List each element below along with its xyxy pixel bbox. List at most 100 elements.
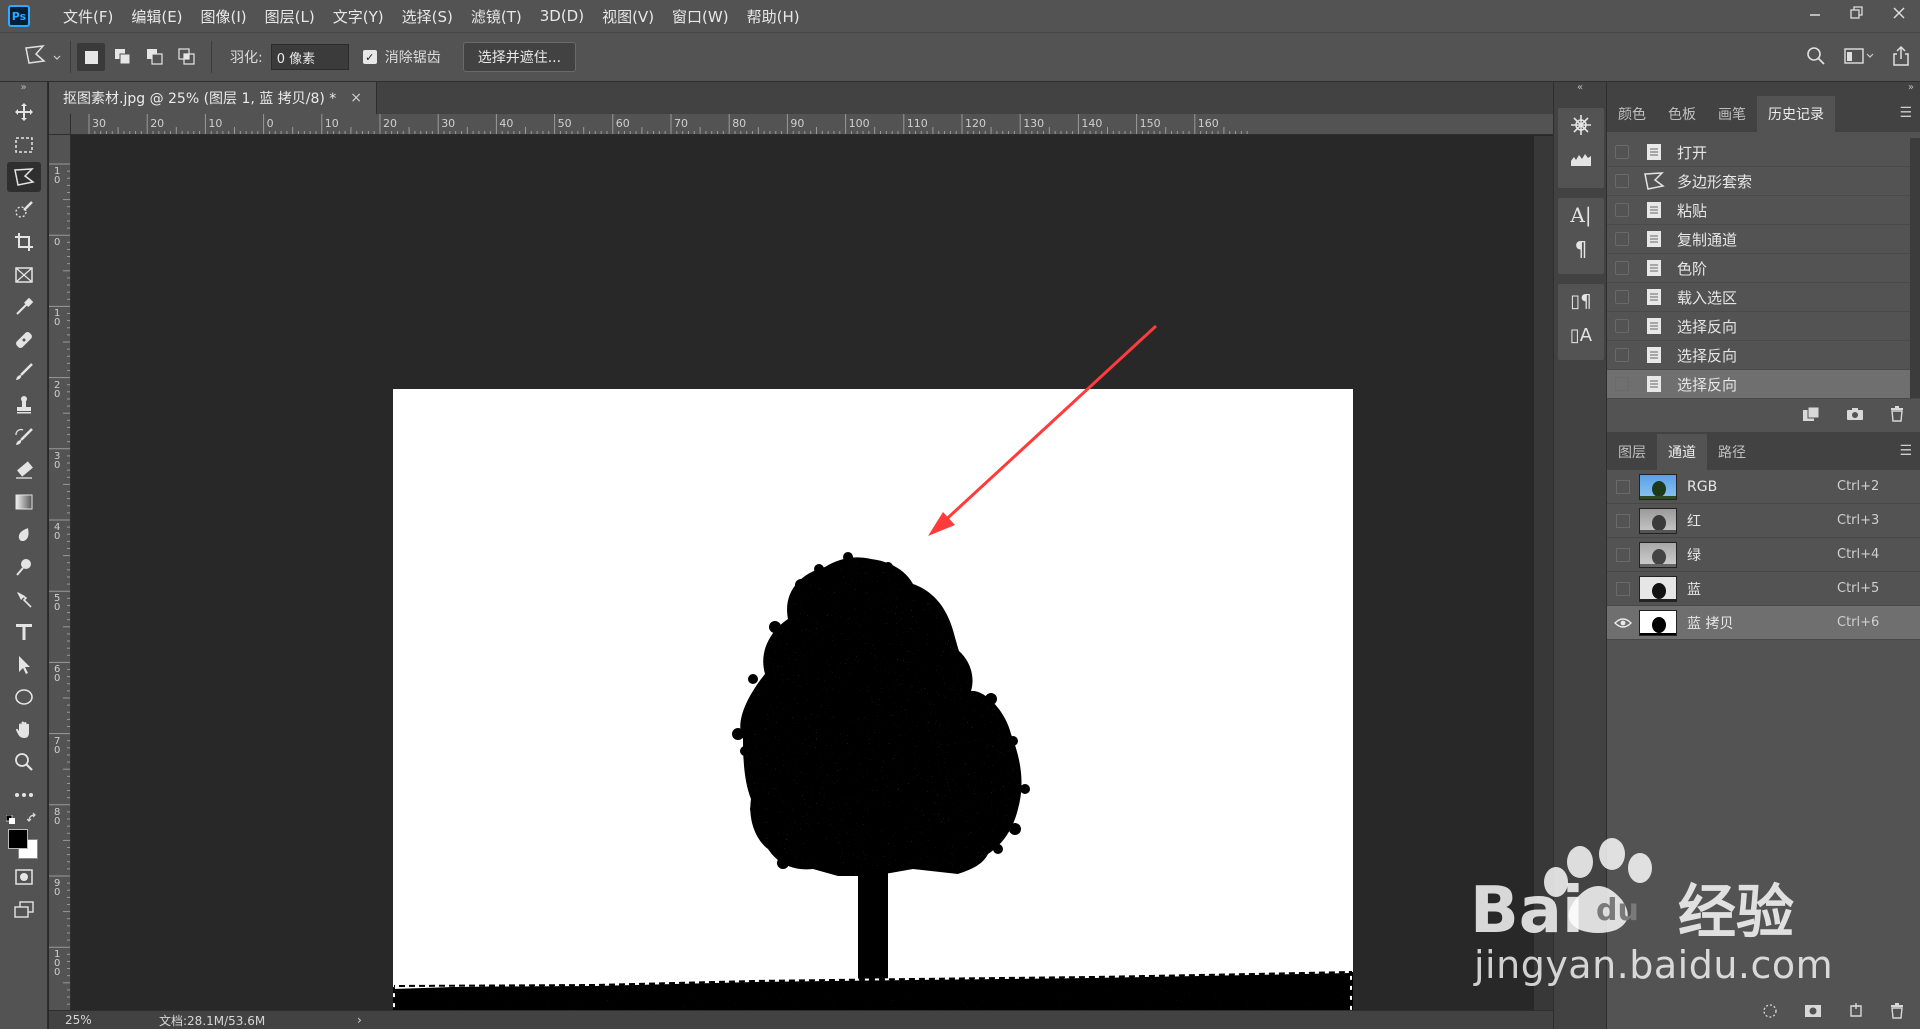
color-swatches[interactable]	[0, 811, 47, 861]
default-colors-icon[interactable]	[5, 813, 16, 829]
history-item[interactable]: 打开	[1607, 138, 1920, 167]
menu-filter[interactable]: 滤镜(T)	[462, 0, 531, 32]
menu-help[interactable]: 帮助(H)	[738, 0, 809, 32]
menu-window[interactable]: 窗口(W)	[663, 0, 738, 32]
history-scrollbar[interactable]	[1910, 138, 1920, 398]
visibility-toggle[interactable]	[1611, 477, 1635, 497]
add-to-selection-button[interactable]	[109, 43, 137, 71]
history-source-checkbox[interactable]	[1615, 348, 1629, 362]
tab-channels[interactable]: 通道	[1657, 434, 1707, 470]
zoom-level[interactable]: 25%	[49, 1013, 109, 1027]
antialias-checkbox[interactable]: ✓	[362, 50, 377, 64]
intersect-selection-button[interactable]	[173, 43, 201, 71]
history-item[interactable]: 选择反向	[1607, 312, 1920, 341]
restore-icon[interactable]	[1836, 0, 1878, 26]
minimize-icon[interactable]	[1794, 0, 1836, 26]
search-icon[interactable]	[1806, 46, 1826, 70]
hand-tool[interactable]	[0, 714, 48, 747]
foreground-color-swatch[interactable]	[8, 829, 28, 849]
zoom-tool[interactable]	[0, 746, 48, 779]
channel-row-active[interactable]: 蓝 拷贝 Ctrl+6	[1607, 606, 1920, 640]
new-channel-icon[interactable]	[1848, 1003, 1864, 1023]
paragraph-styles-icon[interactable]: ▯¶	[1558, 284, 1604, 318]
tool-preset-picker[interactable]	[20, 40, 64, 74]
trash-icon[interactable]	[1890, 1003, 1904, 1023]
clone-stamp-tool[interactable]	[0, 389, 48, 422]
menu-view[interactable]: 视图(V)	[593, 0, 663, 32]
history-source-checkbox[interactable]	[1615, 145, 1629, 159]
tab-paths[interactable]: 路径	[1707, 434, 1757, 470]
status-menu-arrow[interactable]: ›	[357, 1013, 362, 1027]
history-item[interactable]: 多边形套索	[1607, 167, 1920, 196]
workspace-icon[interactable]	[1844, 47, 1874, 69]
menu-type[interactable]: 文字(Y)	[324, 0, 393, 32]
tab-layers[interactable]: 图层	[1607, 434, 1657, 470]
save-selection-icon[interactable]	[1804, 1004, 1822, 1022]
visibility-toggle[interactable]	[1611, 579, 1635, 599]
character-styles-icon[interactable]: ▯A	[1558, 318, 1604, 352]
character-icon[interactable]: A|	[1558, 198, 1604, 232]
history-source-checkbox[interactable]	[1615, 261, 1629, 275]
load-selection-icon[interactable]	[1762, 1003, 1778, 1023]
new-document-from-state-icon[interactable]	[1802, 406, 1820, 426]
move-tool[interactable]	[0, 96, 48, 129]
channel-row[interactable]: RGB Ctrl+2	[1607, 470, 1920, 504]
path-selection-tool[interactable]	[0, 649, 48, 682]
panels-collapse-icon[interactable]: »	[1607, 82, 1920, 96]
menu-3d[interactable]: 3D(D)	[531, 0, 593, 32]
ellipse-tool[interactable]	[0, 681, 48, 714]
navigator-icon[interactable]	[1558, 108, 1604, 142]
history-item[interactable]: 载入选区	[1607, 283, 1920, 312]
polygonal-lasso-tool[interactable]	[0, 161, 48, 194]
snapshot-camera-icon[interactable]	[1846, 407, 1864, 425]
close-tab-icon[interactable]: ×	[350, 90, 362, 106]
dock-collapse-icon[interactable]: «	[1554, 82, 1606, 96]
menu-file[interactable]: 文件(F)	[54, 0, 122, 32]
visibility-toggle[interactable]	[1611, 545, 1635, 565]
healing-brush-tool[interactable]	[0, 324, 48, 357]
history-source-checkbox[interactable]	[1615, 232, 1629, 246]
history-source-checkbox[interactable]	[1615, 319, 1629, 333]
feather-input[interactable]: 0 像素	[270, 44, 349, 70]
history-item-current[interactable]: 选择反向	[1607, 370, 1920, 399]
quick-selection-tool[interactable]	[0, 194, 48, 227]
close-icon[interactable]	[1878, 0, 1920, 26]
menu-select[interactable]: 选择(S)	[393, 0, 462, 32]
swap-colors-icon[interactable]	[26, 812, 39, 828]
subtract-from-selection-button[interactable]	[141, 43, 169, 71]
channel-row[interactable]: 红 Ctrl+3	[1607, 504, 1920, 538]
dodge-tool[interactable]	[0, 551, 48, 584]
crop-tool[interactable]	[0, 226, 48, 259]
share-icon[interactable]	[1892, 45, 1910, 70]
frame-tool[interactable]	[0, 259, 48, 292]
visibility-toggle[interactable]	[1611, 511, 1635, 531]
histogram-icon[interactable]	[1558, 142, 1604, 176]
eraser-tool[interactable]	[0, 454, 48, 487]
brush-tool[interactable]	[0, 356, 48, 389]
history-item[interactable]: 粘贴	[1607, 196, 1920, 225]
channel-row[interactable]: 蓝 Ctrl+5	[1607, 572, 1920, 606]
panel-menu-icon[interactable]: ☰	[1899, 105, 1912, 121]
eye-icon[interactable]	[1611, 613, 1635, 633]
eyedropper-tool[interactable]	[0, 291, 48, 324]
history-item[interactable]: 复制通道	[1607, 225, 1920, 254]
pen-tool[interactable]	[0, 584, 48, 617]
screen-mode-button[interactable]	[0, 894, 48, 927]
quick-mask-button[interactable]	[0, 861, 48, 894]
trash-icon[interactable]	[1890, 406, 1904, 426]
new-selection-button[interactable]	[77, 43, 105, 71]
history-source-checkbox[interactable]	[1615, 174, 1629, 188]
history-brush-tool[interactable]	[0, 421, 48, 454]
more-tools[interactable]	[0, 779, 48, 812]
gradient-tool[interactable]	[0, 486, 48, 519]
type-tool[interactable]	[0, 616, 48, 649]
marquee-tool[interactable]	[0, 129, 48, 162]
history-item[interactable]: 选择反向	[1607, 341, 1920, 370]
menu-image[interactable]: 图像(I)	[192, 0, 256, 32]
canvas-scrollbar[interactable]	[1534, 136, 1553, 1016]
history-source-checkbox[interactable]	[1615, 290, 1629, 304]
document-tab[interactable]: 抠图素材.jpg @ 25% (图层 1, 蓝 拷贝/8) * ×	[49, 82, 378, 114]
history-source-checkbox[interactable]	[1615, 203, 1629, 217]
menu-layer[interactable]: 图层(L)	[256, 0, 324, 32]
tab-swatches[interactable]: 色板	[1657, 96, 1707, 132]
